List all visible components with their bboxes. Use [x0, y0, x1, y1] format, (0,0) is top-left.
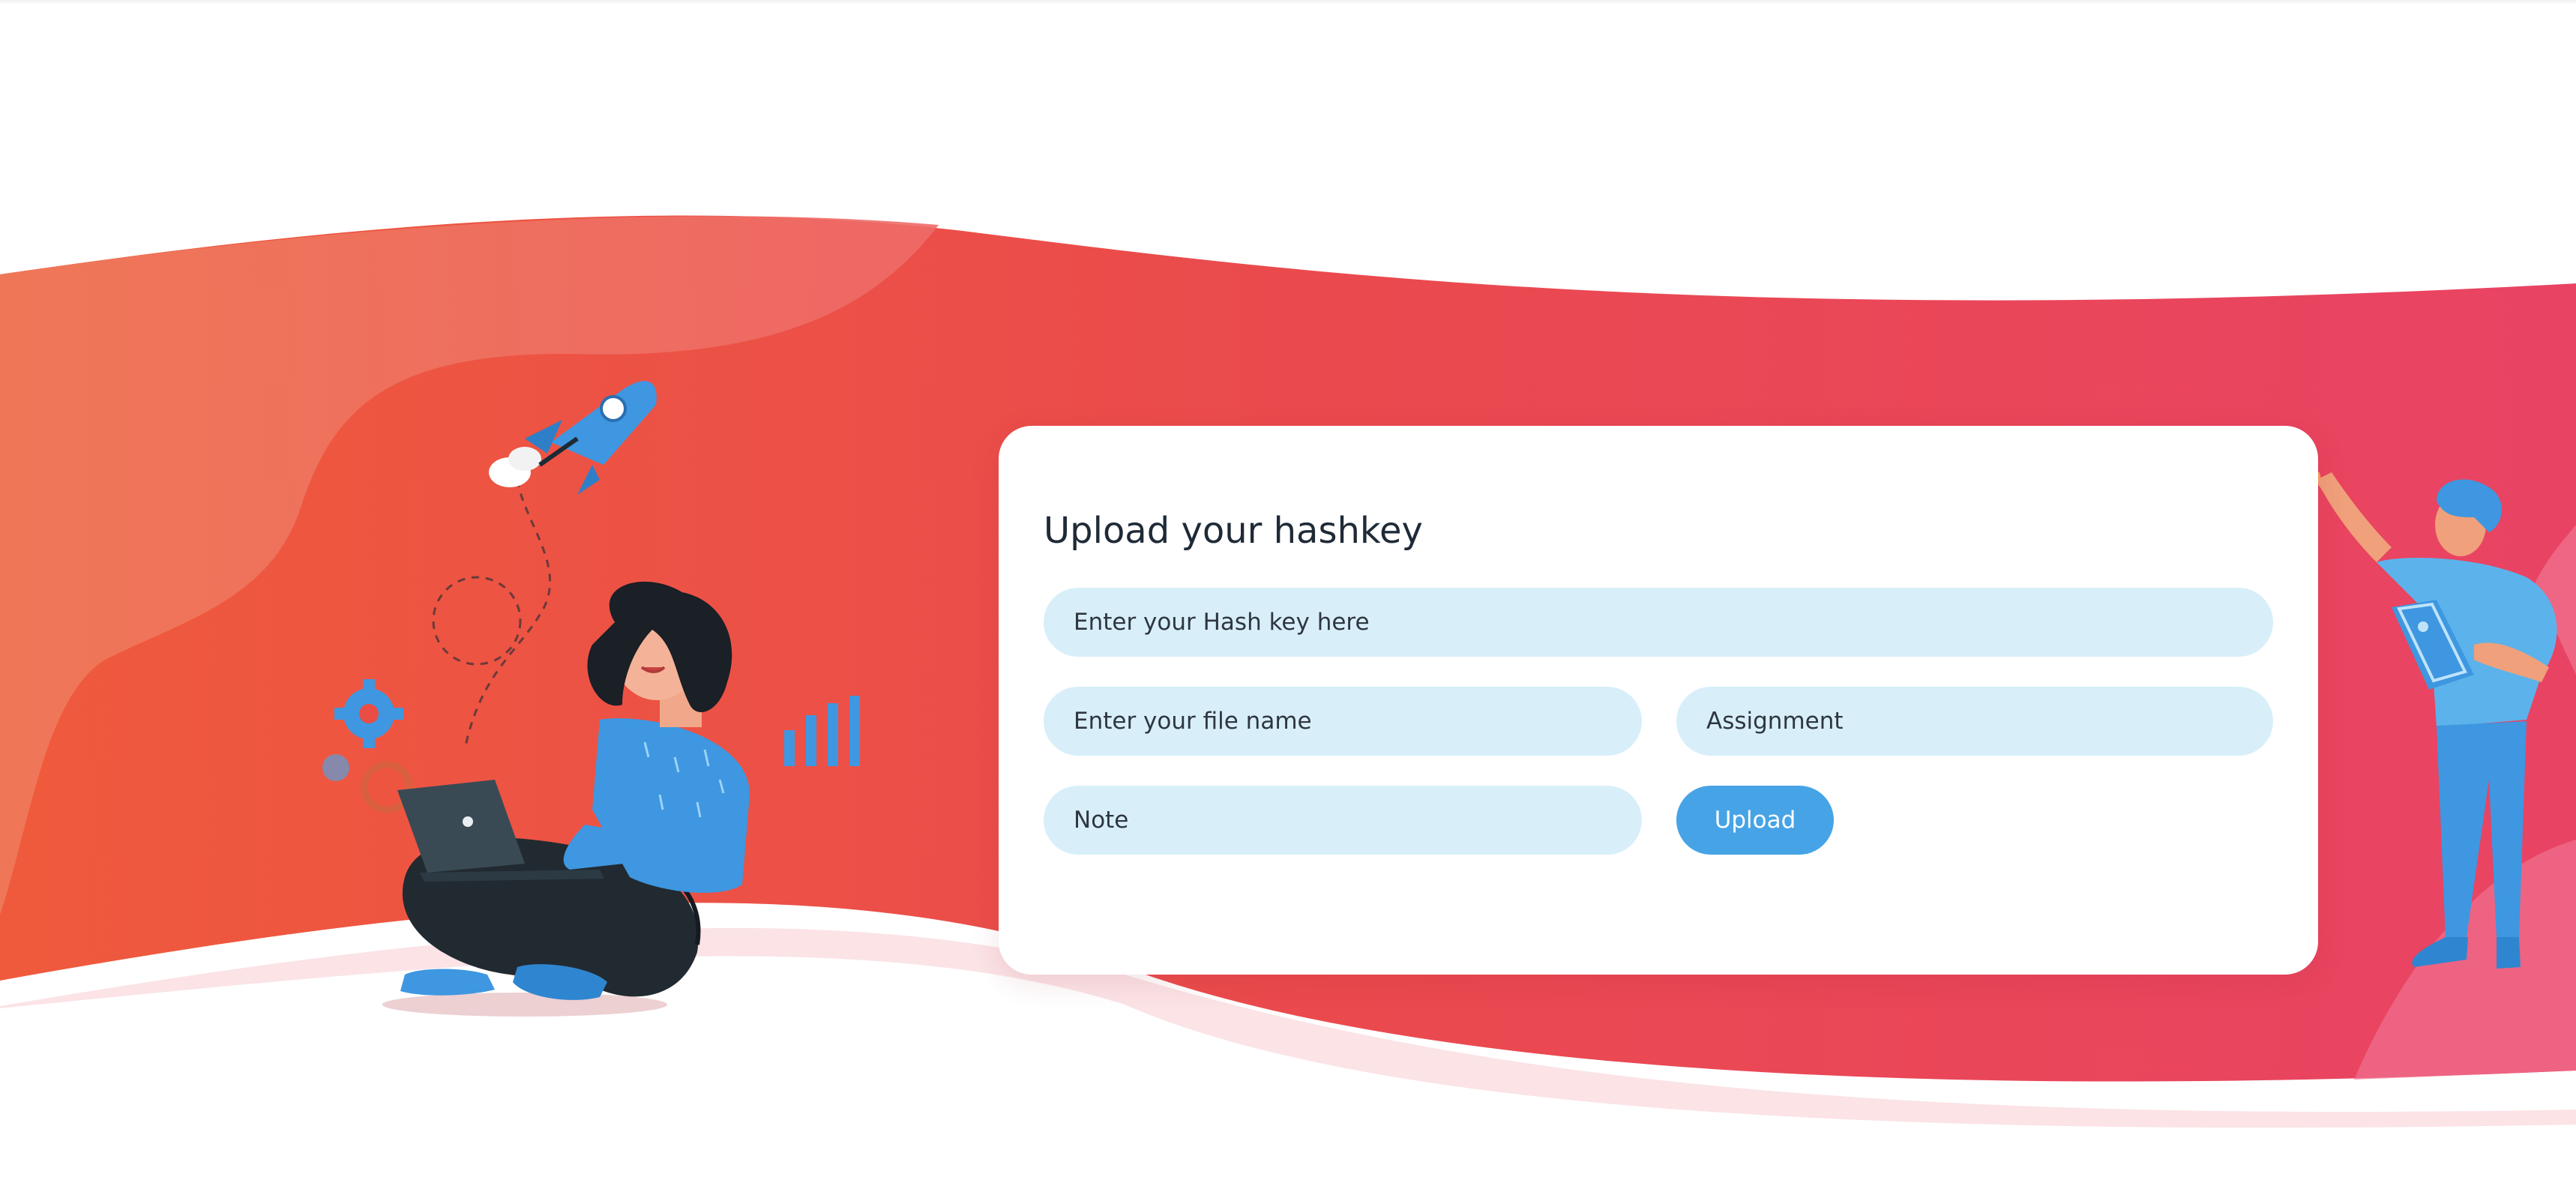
hash-key-input[interactable]	[1044, 588, 2273, 657]
upload-button[interactable]: Upload	[1676, 786, 1834, 855]
page: Upload your hashkey Upload	[0, 0, 2576, 1189]
file-name-input[interactable]	[1044, 687, 1642, 756]
page-title: Upload your hashkey	[1044, 510, 1423, 552]
assignment-input[interactable]	[1676, 687, 2273, 756]
upload-card: Upload your hashkey Upload	[999, 426, 2318, 975]
note-input[interactable]	[1044, 786, 1642, 855]
